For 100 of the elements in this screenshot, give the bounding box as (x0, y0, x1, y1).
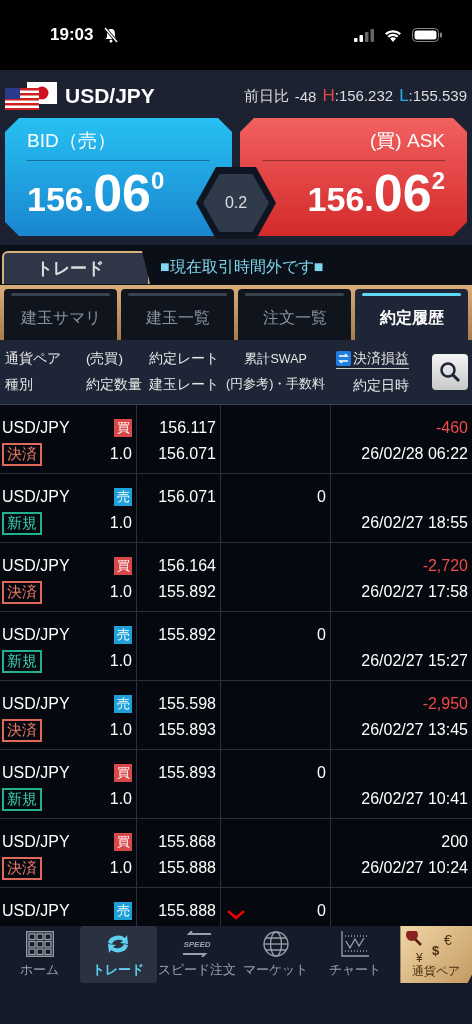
table-cell: 155.892 (158, 626, 216, 644)
high-value: :156.232 (334, 87, 394, 104)
table-cell: 0 (317, 902, 326, 920)
table-cell: USD/JPY (2, 833, 70, 851)
tab[interactable]: 建玉サマリ (4, 289, 117, 340)
tab[interactable]: 注文一覧 (238, 289, 351, 340)
globe-icon (263, 930, 289, 957)
nav-tab[interactable]: チャート (315, 926, 394, 983)
table-cell: 1.0 (109, 514, 132, 532)
signal-icon (354, 28, 374, 42)
currency-pair: USD/JPY (65, 84, 155, 108)
search-button[interactable] (432, 354, 468, 390)
low-label: L (399, 86, 409, 105)
table-cell: 1.0 (109, 583, 132, 601)
grid-icon (25, 930, 54, 957)
table-cell: 155.888 (158, 859, 216, 877)
column-header: (売買) (86, 350, 124, 368)
low-value: :155.539 (408, 87, 467, 104)
side-badge: 買 (114, 833, 132, 851)
table-cell: -2,950 (422, 695, 468, 713)
table-cell: 26/02/28 06:22 (361, 445, 468, 463)
table-cell: 26/02/27 13:45 (361, 721, 468, 739)
table-cell: -2,720 (422, 557, 468, 575)
table-cell: 26/02/27 18:55 (361, 514, 468, 532)
swap-arrows-icon (336, 351, 351, 366)
order-type-badge: 新規 (2, 511, 42, 535)
table-cell: 1.0 (109, 445, 132, 463)
table-cell: 26/02/27 17:58 (361, 583, 468, 601)
table-cell: USD/JPY (2, 557, 70, 575)
scroll-down-icon[interactable] (227, 910, 245, 920)
table-cell: 155.868 (158, 833, 216, 851)
market-closed-notice: ■現在取引時間外です■ (160, 257, 324, 277)
clock-time: 19:03 (50, 25, 94, 45)
currency-pair-button[interactable]: € $ ¥ 通貨ペア (400, 926, 472, 983)
table-cell: 26/02/27 10:41 (361, 790, 468, 808)
tab[interactable]: 約定履歴 (355, 289, 468, 340)
table-cell: 156.117 (159, 419, 216, 437)
column-header: 約定日時 (353, 376, 409, 395)
table-cell: 155.893 (158, 721, 216, 739)
column-header: 約定数量 (86, 376, 142, 394)
table-cell: 1.0 (109, 721, 132, 739)
table-cell: 26/02/27 15:27 (361, 652, 468, 670)
column-header: 累計SWAP (244, 351, 307, 368)
nav-tab[interactable]: SPEED スピード注文 (158, 926, 237, 983)
order-type-badge: 決済 (2, 580, 42, 604)
column-header: 種別 (5, 376, 34, 394)
table-cell: USD/JPY (2, 695, 70, 713)
side-badge: 買 (114, 764, 132, 782)
table-cell: 155.893 (158, 764, 216, 782)
table-cell: 0 (317, 764, 326, 782)
side-badge: 売 (114, 626, 132, 644)
table-cell: -460 (435, 419, 468, 437)
battery-icon (412, 28, 442, 42)
nav-tab[interactable]: ホーム (1, 926, 79, 983)
table-cell: USD/JPY (2, 902, 70, 920)
nav-tab[interactable]: トレード (79, 926, 158, 983)
table-cell: 26/02/27 10:24 (361, 859, 468, 877)
table-cell: 0 (317, 626, 326, 644)
table-cell: 155.892 (158, 583, 216, 601)
search-icon (439, 361, 461, 383)
table-cell: 1.0 (109, 790, 132, 808)
table-cell: 0 (317, 488, 326, 506)
bell-slash-icon (103, 27, 120, 43)
side-badge: 買 (114, 557, 132, 575)
flags-icon (5, 82, 59, 110)
table-cell: 156.071 (158, 445, 216, 463)
order-type-badge: 新規 (2, 787, 42, 811)
side-badge: 売 (114, 902, 132, 920)
table-cell: USD/JPY (2, 488, 70, 506)
table-cell: 200 (441, 833, 468, 851)
tab[interactable]: 建玉一覧 (121, 289, 234, 340)
sort-link[interactable]: 決済損益 (336, 349, 409, 369)
table-cell: 156.071 (158, 488, 216, 506)
table-cell: USD/JPY (2, 626, 70, 644)
order-type-badge: 決済 (2, 856, 42, 880)
side-badge: 買 (114, 419, 132, 437)
column-header: 約定レート (149, 350, 219, 368)
spread-value: 0.2 (203, 174, 269, 232)
trade-tab[interactable]: トレード (2, 251, 150, 284)
table-cell: 155.888 (158, 902, 216, 920)
column-header: 建玉レート (149, 376, 219, 394)
side-badge: 売 (114, 695, 132, 713)
table-cell: USD/JPY (2, 764, 70, 782)
table-cell: 155.598 (158, 695, 216, 713)
side-badge: 売 (114, 488, 132, 506)
wifi-icon (384, 28, 402, 42)
column-header: 通貨ペア (5, 350, 61, 368)
order-type-badge: 決済 (2, 442, 42, 466)
column-header: (円参考)・手数料 (226, 376, 326, 393)
change-value: -48 (294, 87, 317, 105)
high-label: H (322, 86, 335, 105)
nav-tab[interactable]: マーケット (237, 926, 315, 983)
order-type-badge: 決済 (2, 718, 42, 742)
order-type-badge: 新規 (2, 649, 42, 673)
table-cell: USD/JPY (2, 419, 70, 437)
change-label: 前日比 (243, 86, 289, 106)
table-cell: 156.164 (158, 557, 216, 575)
line-chart-icon (340, 930, 369, 957)
table-cell: 1.0 (109, 652, 132, 670)
table-cell: 1.0 (109, 859, 132, 877)
